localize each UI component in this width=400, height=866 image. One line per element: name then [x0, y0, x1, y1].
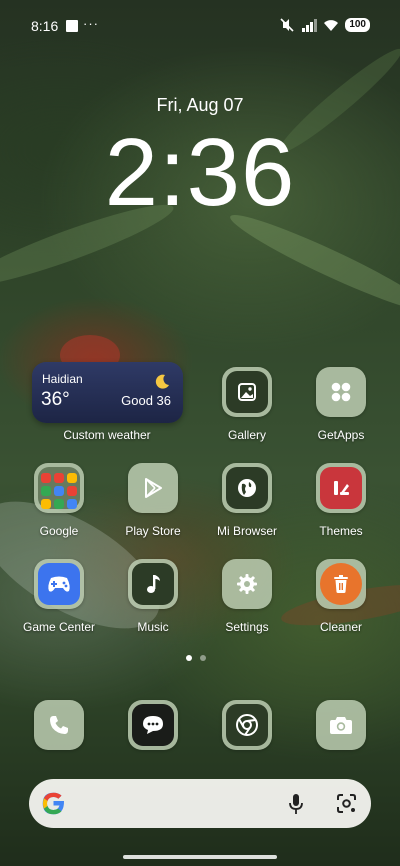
weather-air-quality: Good 36 — [121, 393, 171, 408]
dock-messages-app[interactable] — [128, 700, 178, 750]
play-store-label: Play Store — [125, 524, 181, 538]
google-search-bar[interactable] — [29, 779, 371, 828]
dock-phone-app[interactable] — [34, 700, 84, 750]
status-time: 8:16 — [31, 18, 59, 34]
microphone-icon[interactable] — [289, 793, 303, 815]
page-indicator — [186, 655, 206, 661]
game-controller-icon — [48, 576, 70, 592]
game-center-app[interactable] — [34, 559, 84, 609]
cleaner-app[interactable] — [316, 559, 366, 609]
google-g-icon — [42, 792, 65, 815]
getapps-icon — [331, 382, 351, 402]
weather-widget[interactable]: Haidian 36° Good 36 — [32, 362, 183, 423]
messages-icon — [143, 716, 163, 734]
chrome-icon — [236, 714, 258, 736]
gallery-app[interactable] — [222, 367, 272, 417]
game-center-label: Game Center — [22, 620, 96, 634]
cleaner-label: Cleaner — [319, 620, 363, 634]
page-dot-2[interactable] — [200, 655, 206, 661]
settings-app[interactable] — [222, 559, 272, 609]
dock-chrome-app[interactable] — [222, 700, 272, 750]
weather-location: Haidian — [42, 372, 83, 386]
more-notifications-icon: ··· — [83, 16, 99, 31]
trash-can-icon — [334, 575, 348, 593]
weather-widget-label: Custom weather — [63, 428, 151, 442]
dock-camera-app[interactable] — [316, 700, 366, 750]
weather-temperature: 36° — [41, 389, 70, 410]
getapps-label: GetApps — [317, 428, 365, 442]
mi-browser-label: Mi Browser — [216, 524, 277, 538]
wifi-icon — [324, 19, 339, 31]
cellular-signal-icon — [302, 18, 318, 32]
clock-widget[interactable]: 2:36 — [0, 118, 400, 228]
gallery-label: Gallery — [227, 428, 266, 442]
settings-label: Settings — [225, 620, 269, 634]
play-store-app[interactable] — [128, 463, 178, 513]
music-label: Music — [137, 620, 169, 634]
mi-browser-app[interactable] — [222, 463, 272, 513]
globe-icon — [238, 479, 256, 497]
phone-icon — [50, 716, 68, 734]
getapps-app[interactable] — [316, 367, 366, 417]
gallery-icon — [238, 383, 256, 401]
lockscreen-date[interactable]: Fri, Aug 07 — [0, 95, 400, 116]
themes-app[interactable] — [316, 463, 366, 513]
gear-icon — [237, 574, 257, 594]
page-dot-1[interactable] — [186, 655, 192, 661]
music-app[interactable] — [128, 559, 178, 609]
google-folder-icon — [38, 467, 80, 509]
themes-icon — [334, 481, 349, 495]
gesture-navigation-bar[interactable] — [123, 855, 277, 859]
camera-icon — [330, 717, 352, 734]
themes-label: Themes — [319, 524, 363, 538]
notification-square-icon — [66, 20, 78, 32]
battery-indicator: 100 — [345, 18, 370, 32]
mute-vibrate-icon — [280, 18, 294, 32]
google-folder[interactable] — [34, 463, 84, 513]
status-bar: 8:16 ··· 100 — [0, 0, 400, 52]
google-lens-icon[interactable] — [336, 793, 357, 814]
play-store-icon — [145, 478, 162, 498]
crescent-moon-icon — [155, 374, 169, 389]
google-folder-label: Google — [39, 524, 79, 538]
music-note-icon — [147, 575, 160, 593]
